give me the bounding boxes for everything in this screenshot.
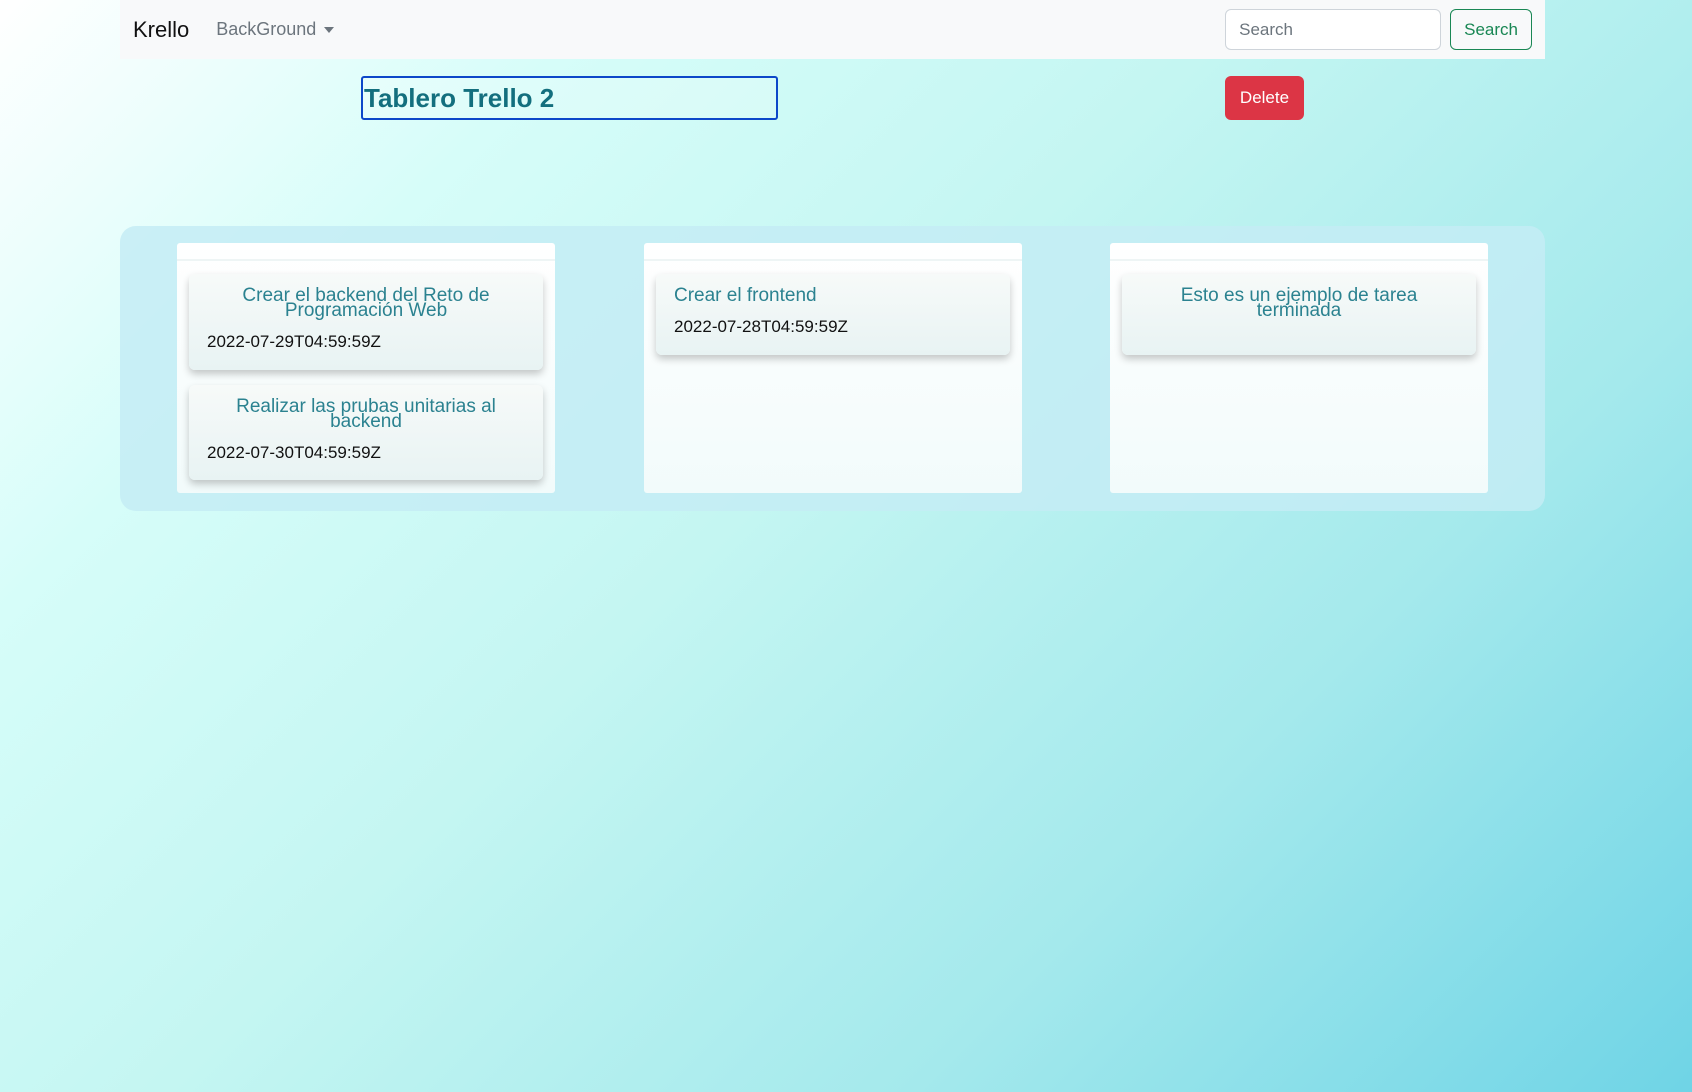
search-button[interactable]: Search [1450, 9, 1532, 50]
card-title: Crear el frontend [674, 285, 817, 306]
caret-down-icon [324, 26, 335, 33]
search-form: Search [1225, 9, 1532, 50]
background-dropdown[interactable]: BackGround [216, 19, 335, 40]
card-date: 2022-07-29T04:59:59Z [207, 332, 381, 351]
column-done[interactable]: Esto es un ejemplo de tarea terminada [1110, 243, 1488, 493]
card-date: 2022-07-30T04:59:59Z [207, 443, 381, 462]
column-header [177, 243, 555, 261]
column-header [1110, 243, 1488, 261]
task-card[interactable]: Esto es un ejemplo de tarea terminada [1122, 274, 1476, 355]
background-dropdown-label: BackGround [216, 19, 317, 39]
navbar: Krello BackGround Search [120, 0, 1545, 59]
search-input[interactable] [1225, 9, 1442, 50]
task-card[interactable]: Crear el backend del Reto de Programació… [189, 274, 543, 370]
card-date: 2022-07-28T04:59:59Z [674, 317, 848, 336]
task-card[interactable]: Realizar las prubas unitarias al backend… [189, 385, 543, 480]
brand-logo[interactable]: Krello [133, 17, 189, 43]
card-title: Realizar las prubas unitarias al backend [236, 396, 496, 432]
card-title: Crear el backend del Reto de Programació… [242, 285, 490, 321]
board-title-input[interactable] [361, 76, 778, 120]
card-title: Esto es un ejemplo de tarea terminada [1180, 285, 1418, 321]
column-todo[interactable]: Crear el backend del Reto de Programació… [177, 243, 555, 493]
column-in-progress[interactable]: Crear el frontend 2022-07-28T04:59:59Z [644, 243, 1022, 493]
board-container: Crear el backend del Reto de Programació… [120, 226, 1545, 511]
delete-button[interactable]: Delete [1225, 76, 1304, 120]
column-header [644, 243, 1022, 261]
task-card[interactable]: Crear el frontend 2022-07-28T04:59:59Z [656, 274, 1010, 355]
